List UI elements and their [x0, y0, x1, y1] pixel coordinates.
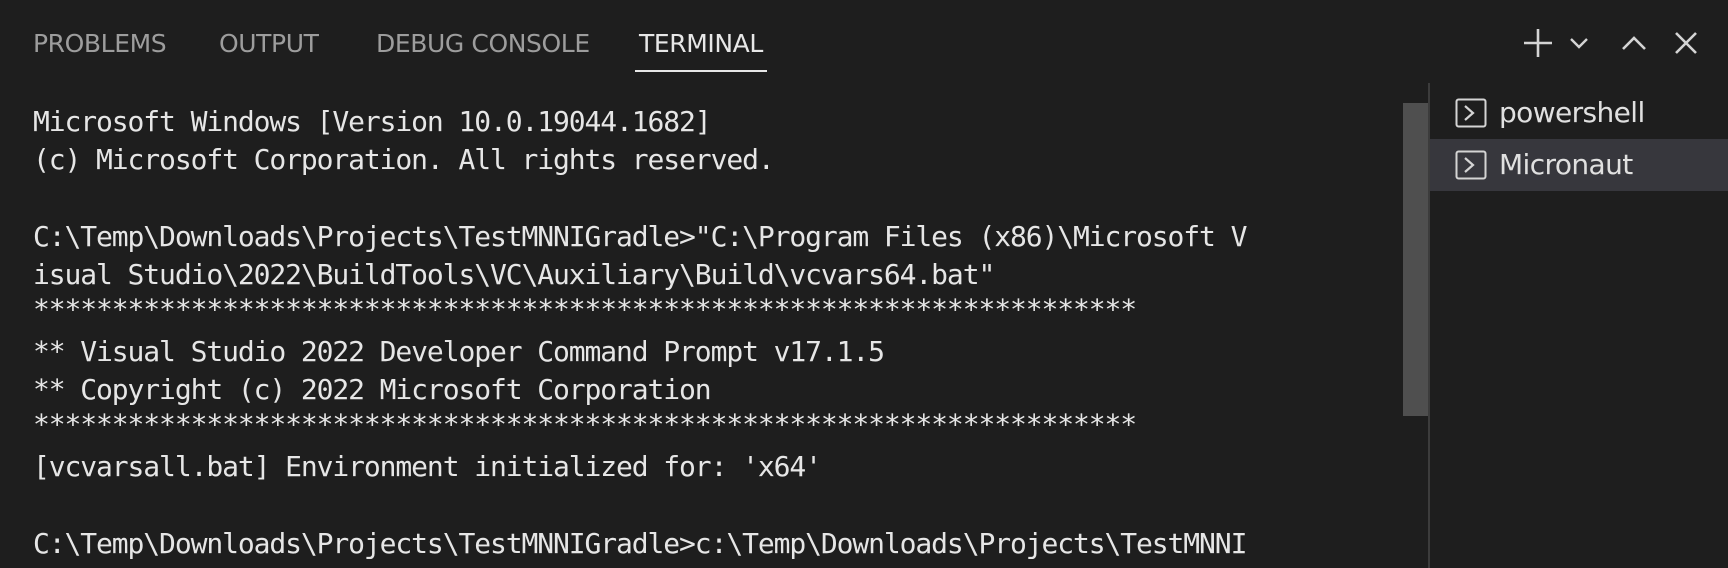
terminal-line: (c) Microsoft Corporation. All rights re…	[33, 143, 775, 176]
terminal-scrollbar[interactable]	[1403, 103, 1428, 416]
terminal-icon	[1455, 98, 1487, 128]
terminal-line: ** Copyright (c) 2022 Microsoft Corporat…	[33, 373, 712, 406]
terminal-line: ** Visual Studio 2022 Developer Command …	[33, 335, 885, 368]
terminal-output[interactable]: Microsoft Windows [Version 10.0.19044.16…	[0, 88, 1405, 568]
tab-problems[interactable]: PROBLEMS	[33, 26, 167, 72]
terminal-line: C:\Temp\Downloads\Projects\TestMNNIGradl…	[33, 220, 1247, 253]
terminal-line: Microsoft Windows [Version 10.0.19044.16…	[33, 105, 712, 138]
chevron-down-icon	[1570, 38, 1588, 49]
launch-profile-button[interactable]	[1559, 22, 1599, 64]
plus-icon	[1524, 29, 1552, 57]
terminal-list-item-micronaut[interactable]: Micronaut	[1430, 139, 1728, 191]
terminal-line: C:\Temp\Downloads\Projects\TestMNNIGradl…	[33, 527, 1247, 560]
panel-tab-bar: PROBLEMS OUTPUT DEBUG CONSOLE TERMINAL	[0, 0, 1728, 88]
terminal-line: isual Studio\2022\BuildTools\VC\Auxiliar…	[33, 258, 995, 291]
close-icon	[1675, 32, 1697, 54]
tab-debug-console[interactable]: DEBUG CONSOLE	[376, 26, 590, 72]
tab-terminal[interactable]: TERMINAL	[635, 26, 767, 72]
maximize-panel-button[interactable]	[1614, 22, 1654, 64]
terminal-list-item-label: Micronaut	[1499, 148, 1633, 181]
chevron-up-icon	[1622, 36, 1646, 50]
terminal-line: ****************************************…	[33, 408, 1137, 441]
terminal-line: [vcvarsall.bat] Environment initialized …	[33, 450, 822, 483]
terminal-list-item-label: powershell	[1499, 96, 1645, 129]
terminal-line: ****************************************…	[33, 293, 1137, 326]
new-terminal-button[interactable]	[1518, 22, 1558, 64]
terminal-list: powershell Micronaut	[1430, 83, 1728, 568]
terminal-list-item-powershell[interactable]: powershell	[1430, 87, 1728, 139]
close-panel-button[interactable]	[1666, 22, 1706, 64]
terminal-icon	[1455, 150, 1487, 180]
tab-output[interactable]: OUTPUT	[219, 26, 319, 72]
